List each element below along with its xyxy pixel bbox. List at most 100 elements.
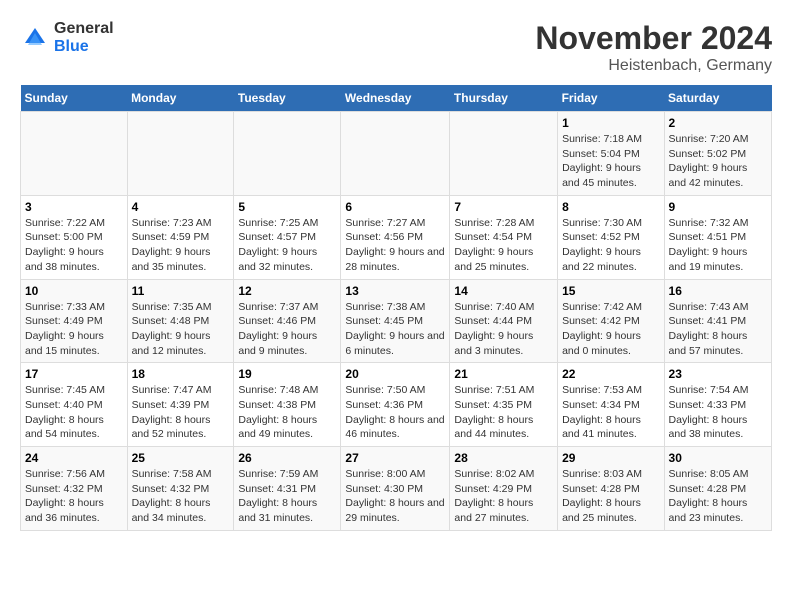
calendar-cell: 5 Sunrise: 7:25 AM Sunset: 4:57 PM Daylig… xyxy=(234,195,341,279)
day-number: 22 xyxy=(562,367,659,381)
day-info: Sunrise: 7:18 AM Sunset: 5:04 PM Dayligh… xyxy=(562,132,659,191)
day-number: 12 xyxy=(238,284,336,298)
calendar-cell xyxy=(21,112,128,196)
day-number: 25 xyxy=(132,451,230,465)
day-number: 6 xyxy=(345,200,445,214)
calendar-cell: 11Sunrise: 7:35 AM Sunset: 4:48 PM Dayli… xyxy=(127,279,234,363)
day-number: 30 xyxy=(669,451,767,465)
day-info: Sunrise: 8:00 AM Sunset: 4:30 PM Dayligh… xyxy=(345,467,445,526)
week-row-1: 1 Sunrise: 7:18 AM Sunset: 5:04 PM Daylig… xyxy=(21,112,772,196)
calendar-cell: 24 Sunrise: 7:56 AM Sunset: 4:32 PM Dayli… xyxy=(21,447,128,531)
week-row-2: 3Sunrise: 7:22 AM Sunset: 5:00 PM Daylig… xyxy=(21,195,772,279)
calendar-cell: 25 Sunrise: 7:58 AM Sunset: 4:32 PM Dayli… xyxy=(127,447,234,531)
day-info: Sunrise: 7:59 AM Sunset: 4:31 PM Dayligh… xyxy=(238,467,336,526)
calendar-cell: 6Sunrise: 7:27 AM Sunset: 4:56 PM Daylig… xyxy=(341,195,450,279)
day-info: Sunrise: 7:30 AM Sunset: 4:52 PM Dayligh… xyxy=(562,216,659,275)
day-number: 28 xyxy=(454,451,553,465)
day-info: Sunrise: 8:03 AM Sunset: 4:28 PM Dayligh… xyxy=(562,467,659,526)
day-number: 2 xyxy=(669,116,767,130)
day-number: 5 xyxy=(238,200,336,214)
day-number: 26 xyxy=(238,451,336,465)
day-info: Sunrise: 7:51 AM Sunset: 4:35 PM Dayligh… xyxy=(454,383,553,442)
calendar-cell: 19Sunrise: 7:48 AM Sunset: 4:38 PM Dayli… xyxy=(234,363,341,447)
page-header: General Blue November 2024 Heistenbach, … xyxy=(20,20,772,75)
calendar-cell: 13Sunrise: 7:38 AM Sunset: 4:45 PM Dayli… xyxy=(341,279,450,363)
day-info: Sunrise: 7:35 AM Sunset: 4:48 PM Dayligh… xyxy=(132,300,230,359)
day-info: Sunrise: 7:58 AM Sunset: 4:32 PM Dayligh… xyxy=(132,467,230,526)
calendar-cell: 12Sunrise: 7:37 AM Sunset: 4:46 PM Dayli… xyxy=(234,279,341,363)
day-info: Sunrise: 8:02 AM Sunset: 4:29 PM Dayligh… xyxy=(454,467,553,526)
logo-icon xyxy=(20,23,50,53)
calendar-cell xyxy=(341,112,450,196)
calendar-cell: 4 Sunrise: 7:23 AM Sunset: 4:59 PM Daylig… xyxy=(127,195,234,279)
calendar-cell: 10Sunrise: 7:33 AM Sunset: 4:49 PM Dayli… xyxy=(21,279,128,363)
day-info: Sunrise: 8:05 AM Sunset: 4:28 PM Dayligh… xyxy=(669,467,767,526)
calendar-cell: 15 Sunrise: 7:42 AM Sunset: 4:42 PM Dayli… xyxy=(558,279,664,363)
day-info: Sunrise: 7:32 AM Sunset: 4:51 PM Dayligh… xyxy=(669,216,767,275)
days-header-row: SundayMondayTuesdayWednesdayThursdayFrid… xyxy=(21,85,772,112)
calendar-cell: 1 Sunrise: 7:18 AM Sunset: 5:04 PM Daylig… xyxy=(558,112,664,196)
day-info: Sunrise: 7:53 AM Sunset: 4:34 PM Dayligh… xyxy=(562,383,659,442)
calendar-cell: 26 Sunrise: 7:59 AM Sunset: 4:31 PM Dayli… xyxy=(234,447,341,531)
day-number: 1 xyxy=(562,116,659,130)
day-info: Sunrise: 7:56 AM Sunset: 4:32 PM Dayligh… xyxy=(25,467,123,526)
day-info: Sunrise: 7:54 AM Sunset: 4:33 PM Dayligh… xyxy=(669,383,767,442)
calendar-cell: 8 Sunrise: 7:30 AM Sunset: 4:52 PM Daylig… xyxy=(558,195,664,279)
week-row-4: 17 Sunrise: 7:45 AM Sunset: 4:40 PM Dayli… xyxy=(21,363,772,447)
week-row-5: 24 Sunrise: 7:56 AM Sunset: 4:32 PM Dayli… xyxy=(21,447,772,531)
logo-text: General Blue xyxy=(54,20,114,55)
calendar-table: SundayMondayTuesdayWednesdayThursdayFrid… xyxy=(20,85,772,531)
calendar-cell: 21 Sunrise: 7:51 AM Sunset: 4:35 PM Dayli… xyxy=(450,363,558,447)
calendar-cell xyxy=(450,112,558,196)
day-number: 17 xyxy=(25,367,123,381)
day-number: 9 xyxy=(669,200,767,214)
day-header-sunday: Sunday xyxy=(21,85,128,112)
day-header-saturday: Saturday xyxy=(664,85,771,112)
calendar-cell: 27Sunrise: 8:00 AM Sunset: 4:30 PM Dayli… xyxy=(341,447,450,531)
day-number: 10 xyxy=(25,284,123,298)
calendar-cell: 22 Sunrise: 7:53 AM Sunset: 4:34 PM Dayli… xyxy=(558,363,664,447)
day-info: Sunrise: 7:23 AM Sunset: 4:59 PM Dayligh… xyxy=(132,216,230,275)
day-number: 19 xyxy=(238,367,336,381)
day-info: Sunrise: 7:43 AM Sunset: 4:41 PM Dayligh… xyxy=(669,300,767,359)
calendar-cell: 18Sunrise: 7:47 AM Sunset: 4:39 PM Dayli… xyxy=(127,363,234,447)
calendar-cell: 30 Sunrise: 8:05 AM Sunset: 4:28 PM Dayli… xyxy=(664,447,771,531)
day-number: 23 xyxy=(669,367,767,381)
day-number: 24 xyxy=(25,451,123,465)
day-number: 16 xyxy=(669,284,767,298)
day-info: Sunrise: 7:45 AM Sunset: 4:40 PM Dayligh… xyxy=(25,383,123,442)
day-number: 21 xyxy=(454,367,553,381)
calendar-cell xyxy=(127,112,234,196)
calendar-cell xyxy=(234,112,341,196)
day-info: Sunrise: 7:25 AM Sunset: 4:57 PM Dayligh… xyxy=(238,216,336,275)
day-number: 7 xyxy=(454,200,553,214)
calendar-cell: 16 Sunrise: 7:43 AM Sunset: 4:41 PM Dayli… xyxy=(664,279,771,363)
title-area: November 2024 Heistenbach, Germany xyxy=(535,20,772,75)
day-number: 4 xyxy=(132,200,230,214)
day-info: Sunrise: 7:42 AM Sunset: 4:42 PM Dayligh… xyxy=(562,300,659,359)
day-header-wednesday: Wednesday xyxy=(341,85,450,112)
calendar-cell: 23 Sunrise: 7:54 AM Sunset: 4:33 PM Dayli… xyxy=(664,363,771,447)
calendar-cell: 20 Sunrise: 7:50 AM Sunset: 4:36 PM Dayli… xyxy=(341,363,450,447)
day-header-monday: Monday xyxy=(127,85,234,112)
calendar-cell: 3Sunrise: 7:22 AM Sunset: 5:00 PM Daylig… xyxy=(21,195,128,279)
week-row-3: 10Sunrise: 7:33 AM Sunset: 4:49 PM Dayli… xyxy=(21,279,772,363)
month-title: November 2024 xyxy=(535,20,772,57)
day-info: Sunrise: 7:40 AM Sunset: 4:44 PM Dayligh… xyxy=(454,300,553,359)
location: Heistenbach, Germany xyxy=(535,57,772,75)
day-info: Sunrise: 7:50 AM Sunset: 4:36 PM Dayligh… xyxy=(345,383,445,442)
calendar-cell: 7 Sunrise: 7:28 AM Sunset: 4:54 PM Daylig… xyxy=(450,195,558,279)
calendar-cell: 9 Sunrise: 7:32 AM Sunset: 4:51 PM Daylig… xyxy=(664,195,771,279)
day-info: Sunrise: 7:22 AM Sunset: 5:00 PM Dayligh… xyxy=(25,216,123,275)
calendar-cell: 14 Sunrise: 7:40 AM Sunset: 4:44 PM Dayli… xyxy=(450,279,558,363)
day-number: 8 xyxy=(562,200,659,214)
calendar-cell: 29Sunrise: 8:03 AM Sunset: 4:28 PM Dayli… xyxy=(558,447,664,531)
day-number: 14 xyxy=(454,284,553,298)
calendar-cell: 28 Sunrise: 8:02 AM Sunset: 4:29 PM Dayli… xyxy=(450,447,558,531)
logo: General Blue xyxy=(20,20,114,55)
day-info: Sunrise: 7:47 AM Sunset: 4:39 PM Dayligh… xyxy=(132,383,230,442)
day-info: Sunrise: 7:28 AM Sunset: 4:54 PM Dayligh… xyxy=(454,216,553,275)
day-number: 20 xyxy=(345,367,445,381)
calendar-cell: 2Sunrise: 7:20 AM Sunset: 5:02 PM Daylig… xyxy=(664,112,771,196)
day-number: 15 xyxy=(562,284,659,298)
